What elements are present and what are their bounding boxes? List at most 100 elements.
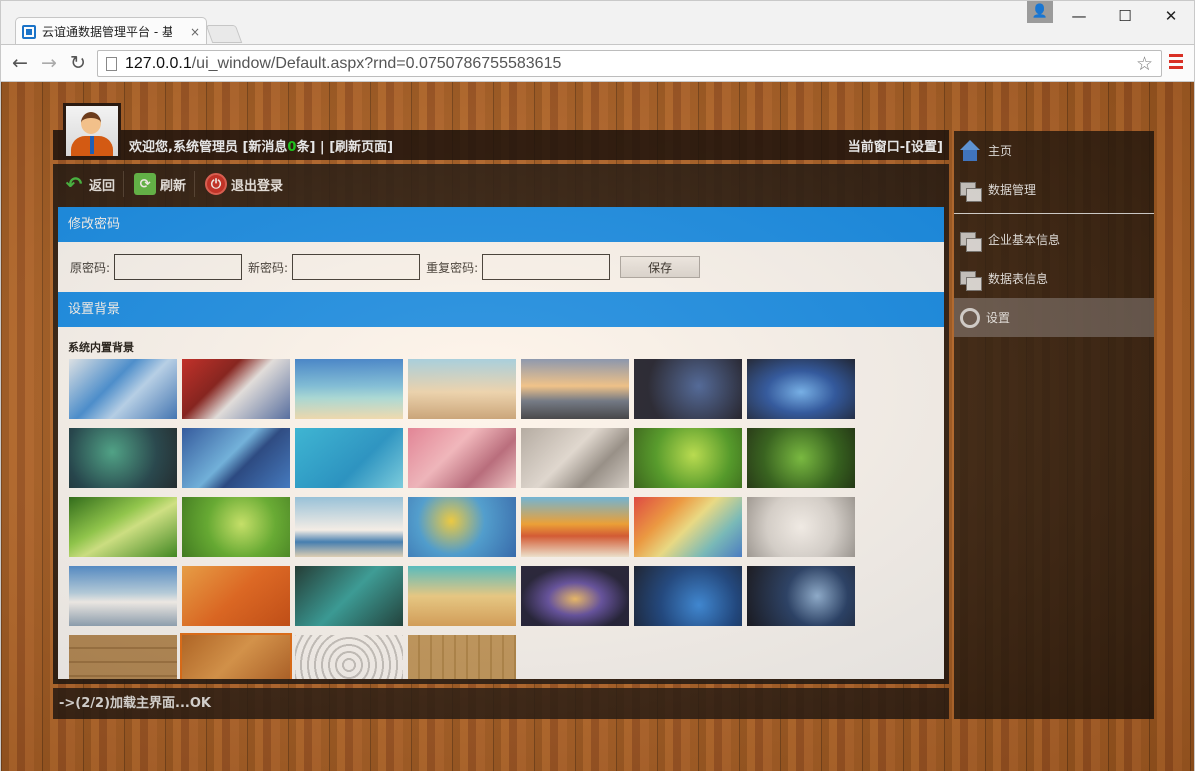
power-icon: ⏻ — [205, 173, 228, 195]
welcome-prefix: 欢迎您,系统管理员 [新消息 — [129, 139, 288, 155]
sidebar-item-label: 企业基本信息 — [988, 233, 1061, 247]
background-thumbnail-green-plant[interactable] — [634, 428, 742, 488]
background-thumbnail-snow-mountains[interactable] — [69, 566, 177, 626]
page-icon — [106, 56, 117, 71]
sidebar-item-company-info[interactable]: 企业基本信息 — [954, 220, 1154, 259]
settings-icon — [960, 307, 980, 328]
forward-arrow-icon[interactable]: → — [38, 52, 60, 74]
page-viewport: 欢迎您,系统管理员 [新消息0条] | [刷新页面] 当前窗口-[设置] ↶ 返… — [0, 82, 1195, 771]
password-form: 原密码: 新密码: 重复密码: 保存 — [58, 242, 944, 292]
settings-content: 修改密码 原密码: 新密码: 重复密码: 保存 设置背景 系统内置背景 — [58, 207, 944, 679]
background-thumbnail-water-ripple[interactable] — [747, 359, 855, 419]
window-icon — [960, 180, 982, 202]
background-thumbnail-red-abstract[interactable] — [182, 359, 290, 419]
background-thumbnail-white-hexagons[interactable] — [295, 635, 403, 679]
action-bar: ↶ 返回 ⟳ 刷新 ⏻ 退出登录 — [53, 164, 949, 204]
background-thumbnail-wood-orange[interactable] — [180, 633, 292, 679]
background-thumbnail-orange-gradient[interactable] — [182, 566, 290, 626]
background-thumbnail-green-nebula[interactable] — [69, 428, 177, 488]
main-frame: ↶ 返回 ⟳ 刷新 ⏻ 退出登录 修改密码 原密码: 新密码: 重复密码: 保存 — [53, 164, 949, 684]
background-thumbnail-green-leaves[interactable] — [182, 497, 290, 557]
sidebar-item-label: 数据管理 — [988, 183, 1037, 197]
background-thumbnail-green-droplets[interactable] — [69, 497, 177, 557]
sidebar-divider — [954, 213, 1154, 214]
window-icon — [960, 269, 982, 291]
browser-titlebar: 云谊通数据管理平台 - 基 × 👤 — ☐ ✕ — [0, 0, 1195, 45]
sidebar-item-label: 数据表信息 — [988, 272, 1049, 286]
background-thumbnail-seashells[interactable] — [408, 359, 516, 419]
current-window-label: 当前窗口-[设置] — [847, 139, 943, 155]
browser-menu-icon[interactable] — [1169, 54, 1183, 72]
status-bar: ->(2/2)加载主界面...OK — [53, 688, 949, 719]
url-host: 127.0.0.1 — [125, 54, 192, 72]
back-arrow-icon: ↶ — [65, 172, 83, 196]
sidebar: 主页 数据管理 企业基本信息 数据表信息 设置 — [954, 131, 1154, 719]
old-password-field[interactable] — [114, 254, 243, 280]
welcome-suffix[interactable]: 条] | [刷新页面] — [296, 140, 393, 155]
refresh-button[interactable]: ⟳ 刷新 — [134, 171, 196, 197]
background-thumbnail-hot-air-balloons[interactable] — [408, 497, 516, 557]
sidebar-item-label: 主页 — [988, 144, 1013, 158]
background-thumbnail-teal-tiles[interactable] — [295, 566, 403, 626]
background-thumbnail-pink-feathers[interactable] — [408, 428, 516, 488]
background-thumbnail-space-planet[interactable] — [747, 566, 855, 626]
background-thumbnail-network-night[interactable] — [634, 359, 742, 419]
sidebar-item-home[interactable]: 主页 — [954, 131, 1154, 170]
background-section-title: 设置背景 — [58, 292, 944, 327]
refresh-label: 刷新 — [160, 178, 187, 194]
background-thumbnail-wood-light[interactable] — [408, 635, 516, 679]
avatar — [63, 103, 121, 159]
browser-toolbar: ← → ↻ 127.0.0.1/ui_window/Default.aspx?r… — [0, 44, 1195, 82]
new-password-label: 新密码: — [248, 260, 289, 275]
logout-button[interactable]: ⏻ 退出登录 — [205, 171, 291, 197]
old-password-label: 原密码: — [70, 260, 111, 275]
background-thumbnail-tropical-beach[interactable] — [295, 359, 403, 419]
sidebar-item-settings[interactable]: 设置 — [954, 298, 1154, 337]
refresh-icon: ⟳ — [134, 173, 157, 195]
tab-close-icon[interactable]: × — [190, 25, 200, 39]
browser-tab[interactable]: 云谊通数据管理平台 - 基 × — [15, 17, 207, 45]
background-thumbnail-fruit-drinks[interactable] — [521, 497, 629, 557]
background-thumbnail-blue-curves[interactable] — [182, 428, 290, 488]
logout-label: 退出登录 — [231, 178, 284, 194]
password-section-title: 修改密码 — [58, 207, 944, 242]
back-arrow-icon[interactable]: ← — [9, 52, 31, 74]
user-profile-icon[interactable]: 👤 — [1027, 1, 1053, 23]
background-thumbnail-grey-polygons[interactable] — [521, 428, 629, 488]
back-label: 返回 — [89, 178, 116, 194]
favicon-icon — [22, 24, 36, 39]
url-path: /ui_window/Default.aspx?rnd=0.0750786755… — [191, 54, 562, 72]
background-thumbnail-rainbow-waves[interactable] — [634, 497, 742, 557]
address-bar[interactable]: 127.0.0.1/ui_window/Default.aspx?rnd=0.0… — [97, 50, 1162, 77]
minimize-button[interactable]: — — [1059, 5, 1099, 27]
sidebar-item-table-info[interactable]: 数据表信息 — [954, 259, 1154, 298]
bookmark-star-icon[interactable]: ☆ — [1136, 53, 1153, 75]
background-thumbnail-wood-planks[interactable] — [69, 635, 177, 679]
background-thumbnail-cyan-gradient[interactable] — [295, 428, 403, 488]
new-password-field[interactable] — [292, 254, 421, 280]
sidebar-item-data-management[interactable]: 数据管理 — [954, 170, 1154, 209]
background-thumbnail-sunset-shore[interactable] — [521, 359, 629, 419]
background-thumbnail-seaside-chair[interactable] — [295, 497, 403, 557]
header-bar: 欢迎您,系统管理员 [新消息0条] | [刷新页面] 当前窗口-[设置] — [53, 130, 949, 160]
home-icon — [960, 139, 982, 161]
builtin-backgrounds-title: 系统内置背景 — [68, 341, 134, 354]
repeat-password-field[interactable] — [482, 254, 611, 280]
background-thumbnail-white-polygon[interactable] — [747, 497, 855, 557]
welcome-text[interactable]: 欢迎您,系统管理员 [新消息0条] | [刷新页面] — [129, 136, 393, 155]
back-button[interactable]: ↶ 返回 — [63, 171, 125, 197]
sidebar-item-label: 设置 — [986, 311, 1011, 325]
window-icon — [960, 230, 982, 252]
close-window-button[interactable]: ✕ — [1151, 5, 1191, 27]
background-thumbnail-golden-beach[interactable] — [408, 566, 516, 626]
background-thumbnail-galaxy[interactable] — [521, 566, 629, 626]
tab-title: 云谊通数据管理平台 - 基 — [42, 25, 172, 39]
background-thumbnail-blue-cubes[interactable] — [69, 359, 177, 419]
new-tab-button[interactable] — [205, 25, 243, 43]
save-button[interactable]: 保存 — [620, 256, 701, 278]
reload-icon[interactable]: ↻ — [67, 52, 89, 74]
maximize-button[interactable]: ☐ — [1105, 5, 1145, 27]
background-thumbnail-green-sprouts[interactable] — [747, 428, 855, 488]
repeat-password-label: 重复密码: — [426, 260, 479, 275]
background-thumbnail-blue-planet[interactable] — [634, 566, 742, 626]
